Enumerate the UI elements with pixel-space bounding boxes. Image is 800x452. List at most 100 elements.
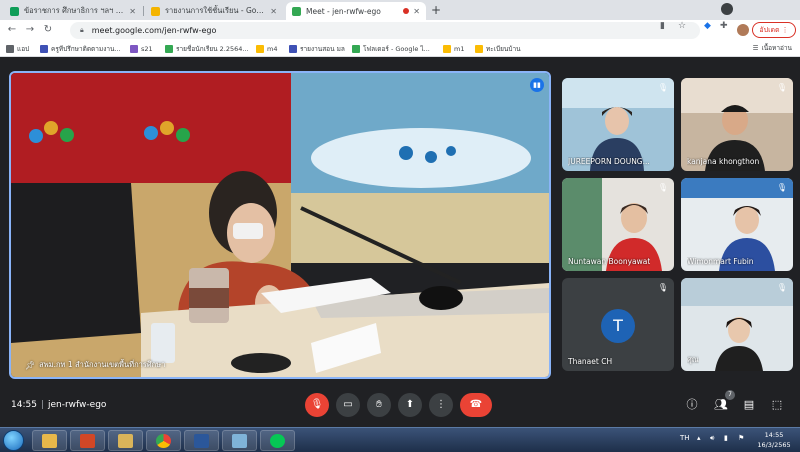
meeting-code: jen-rwfw-ego [47,400,107,410]
extension-shield-icon[interactable]: ◆ [704,21,711,31]
browser-tab-2[interactable]: รายงานการใช้ชั้นเรียน - Google ไ ✕ [145,2,283,20]
participant-tile[interactable]: 🎙︎ Wimonmart Fubin [681,178,793,271]
pin-icon[interactable]: 📌︎ [25,361,35,370]
participant-name: สพม.กท 1 สำนักงานเขตพื้นที่การศึกษา [39,360,166,369]
mic-off-icon: 🎙︎ [657,283,668,292]
bookmark-label: m4 [267,45,278,53]
taskbar-app-word[interactable] [184,430,219,451]
tab-search-icon[interactable] [721,3,733,15]
volume-icon[interactable]: 🔊︎ [710,434,714,443]
participant-name: Wimonmart Fubin [687,257,754,266]
mic-off-icon: 🎙︎ [657,83,668,92]
folder-icon [256,45,264,53]
participant-tile[interactable]: T 🎙︎ Thanaet CH [562,278,674,371]
word-icon [194,434,209,448]
bookmark-star-icon[interactable]: ☆ [678,21,686,31]
speaking-indicator-icon: ▮▮ [530,78,544,92]
mic-toggle-button[interactable]: 🎙︎ [305,393,329,417]
participant-tile[interactable]: 🎙︎ JUREEPORN DOUNG... [562,78,674,171]
meet-icon [292,6,301,16]
close-icon[interactable]: ✕ [270,7,277,16]
taskbar: TH ▴ 🔊︎ ▮ ⚑ 14:55 16/3/2565 [0,427,800,452]
tab-title: Meet - jen-rwfw-ego [306,6,381,16]
network-icon[interactable]: ▮ [724,434,728,442]
bookmark-label: ครูทีปรึกษาติดตามงาน... [51,45,121,53]
meeting-details: 14:55 | jen-rwfw-ego [11,400,106,410]
more-options-button[interactable]: ⋮ [429,393,453,417]
chrome-icon [156,434,171,448]
info-icon[interactable]: ⓘ [684,397,700,413]
address-bar[interactable]: 🔒︎ meet.google.com/jen-rwfw-ego [70,22,700,39]
back-icon[interactable]: ← [6,24,18,36]
main-video-tile[interactable]: ▮▮ 📌︎ สพม.กท 1 สำนักงานเขตพื้นที่การศึกษ… [9,71,551,379]
folder-icon [475,45,483,53]
bookmark-item[interactable]: รายชื่อนักเรียน 2.2564... [165,43,249,55]
participant-name: Thanaet CH [568,357,613,366]
folder-icon [118,434,133,448]
flag-icon[interactable]: ⚑ [738,434,744,442]
recording-dot-icon [403,8,410,14]
browser-tab-strip: ข้อราชการ ศึกษาธิการ ฯลฯ ม.ต้น ✕ รายงานก… [0,0,800,20]
language-indicator[interactable]: TH [680,434,690,442]
start-button[interactable] [3,430,24,451]
bookmark-label: โฟลเดอร์ - Google ไ... [363,45,430,53]
update-button[interactable]: อัปเดต ⋮ [752,22,796,38]
participant-name: JUREEPORN DOUNG... [568,157,650,166]
reload-icon[interactable]: ↻ [42,24,54,36]
raise-hand-button[interactable]: ✋︎ [367,393,391,417]
taskbar-app-line[interactable] [260,430,295,451]
bookmark-item[interactable]: ครูทีปรึกษาติดตามงาน... [40,43,121,55]
tab-title: ข้อราชการ ศึกษาธิการ ฯลฯ ม.ต้น [24,6,126,15]
taskbar-app-paint[interactable] [222,430,257,451]
present-button[interactable]: ⬆ [398,393,422,417]
camera-permission-icon[interactable]: ▮ [660,21,665,31]
taskbar-app-explorer[interactable] [32,430,67,451]
reading-list[interactable]: ☰ เนื้อหาอ่าน [753,43,792,53]
forward-icon[interactable]: → [24,24,36,36]
site-icon [289,45,297,53]
bookmark-label: แอป [17,45,30,53]
participant-tile[interactable]: 🎙︎ kanjana khongthon [681,78,793,171]
update-label: อัปเดต [759,25,780,34]
extensions-icon[interactable]: ✚ [720,21,728,31]
tray-expand-icon[interactable]: ▴ [697,434,701,442]
bookmark-item[interactable]: ทะเบียนบ้าน [475,43,521,55]
bookmark-label: รายงานสอน มล [300,45,345,53]
participant-name: Nuntawan Boonyawat [568,257,651,266]
present-icon: ⬆ [405,399,415,410]
meet-stage: ▮▮ 📌︎ สพม.กท 1 สำนักงานเขตพื้นที่การศึกษ… [0,57,800,427]
chat-icon[interactable]: ▤ [741,397,757,413]
participant-tile[interactable]: 🎙︎ Nuntawan Boonyawat [562,178,674,271]
camera-icon: ▭ [343,399,353,410]
meeting-time: 14:55 [11,400,37,410]
main-video-frame [11,73,549,377]
avatar[interactable] [737,24,749,36]
bookmark-item[interactable]: โฟลเดอร์ - Google ไ... [352,43,430,55]
taskbar-app-chrome[interactable] [146,430,181,451]
divider: | [40,400,44,410]
bookmark-item[interactable]: m4 [256,43,277,55]
system-clock[interactable]: 14:55 16/3/2565 [752,430,796,450]
browser-tab-1[interactable]: ข้อราชการ ศึกษาธิการ ฯลฯ ม.ต้น ✕ [4,2,142,20]
people-icon[interactable]: 👥︎ [713,397,729,413]
close-icon[interactable]: ✕ [413,7,420,16]
bookmark-item[interactable]: รายงานสอน มล [289,43,345,55]
close-icon[interactable]: ✕ [129,7,136,16]
taskbar-app-powerpoint[interactable] [70,430,105,451]
apps-icon [6,45,14,53]
bookmark-label: s21 [141,45,153,53]
bookmark-item[interactable]: แอป [6,43,29,55]
camera-toggle-button[interactable]: ▭ [336,393,360,417]
taskbar-app-folder[interactable] [108,430,143,451]
browser-tab-meet[interactable]: Meet - jen-rwfw-ego ✕ [286,2,426,20]
end-call-button[interactable]: ☎︎ [460,393,492,417]
new-tab-button[interactable]: + [428,3,444,19]
drive-icon [165,45,173,53]
mic-off-icon: 🎙︎ [310,399,324,410]
participant-tile[interactable]: 🎙︎ ศุณ [681,278,793,371]
bookmark-item[interactable]: m1 [443,43,464,55]
mic-off-icon: 🎙︎ [657,183,668,192]
activities-icon[interactable]: ⬚ [769,397,785,413]
paint-icon [232,434,247,448]
bookmark-item[interactable]: s21 [130,43,153,55]
